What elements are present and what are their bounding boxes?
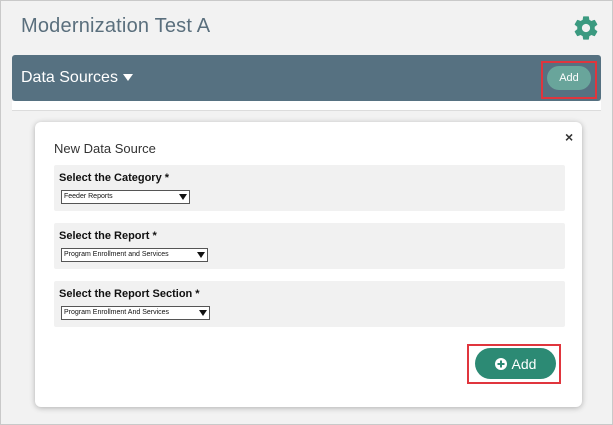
report-section-label: Select the Report Section * [59,288,200,300]
category-label: Select the Category * [59,172,170,184]
category-select[interactable]: Feeder Reports [61,190,190,204]
report-section-select[interactable]: Program Enrollment And Services [61,306,210,320]
report-section-select-value: Program Enrollment And Services [64,309,170,316]
chevron-down-icon [199,310,207,316]
plus-circle-icon [494,357,507,370]
report-field: Select the Report * Program Enrollment a… [54,223,565,269]
data-sources-title: Data Sources [21,69,118,86]
report-section-field: Select the Report Section * Program Enro… [54,281,565,327]
app-window: Modernization Test A Data Sources Add × … [0,0,613,425]
category-select-value: Feeder Reports [64,193,113,200]
report-select-value: Program Enrollment and Services [64,251,169,258]
data-sources-dropdown[interactable]: Data Sources [21,69,133,87]
report-label: Select the Report * [59,230,157,242]
chevron-down-icon [179,194,187,200]
chevron-down-icon [197,252,205,258]
data-sources-header: Data Sources [12,55,601,101]
close-icon[interactable]: × [565,129,573,145]
page-title: Modernization Test A [21,15,211,37]
modal-add-button[interactable]: Add [475,348,556,379]
caret-down-icon [122,74,133,82]
report-select[interactable]: Program Enrollment and Services [61,248,208,262]
modal-title: New Data Source [54,141,156,156]
modal-add-label: Add [511,355,537,372]
section-divider [12,101,601,111]
gear-icon[interactable] [572,14,600,42]
add-data-source-button[interactable]: Add [547,66,591,90]
category-field: Select the Category * Feeder Reports [54,165,565,211]
